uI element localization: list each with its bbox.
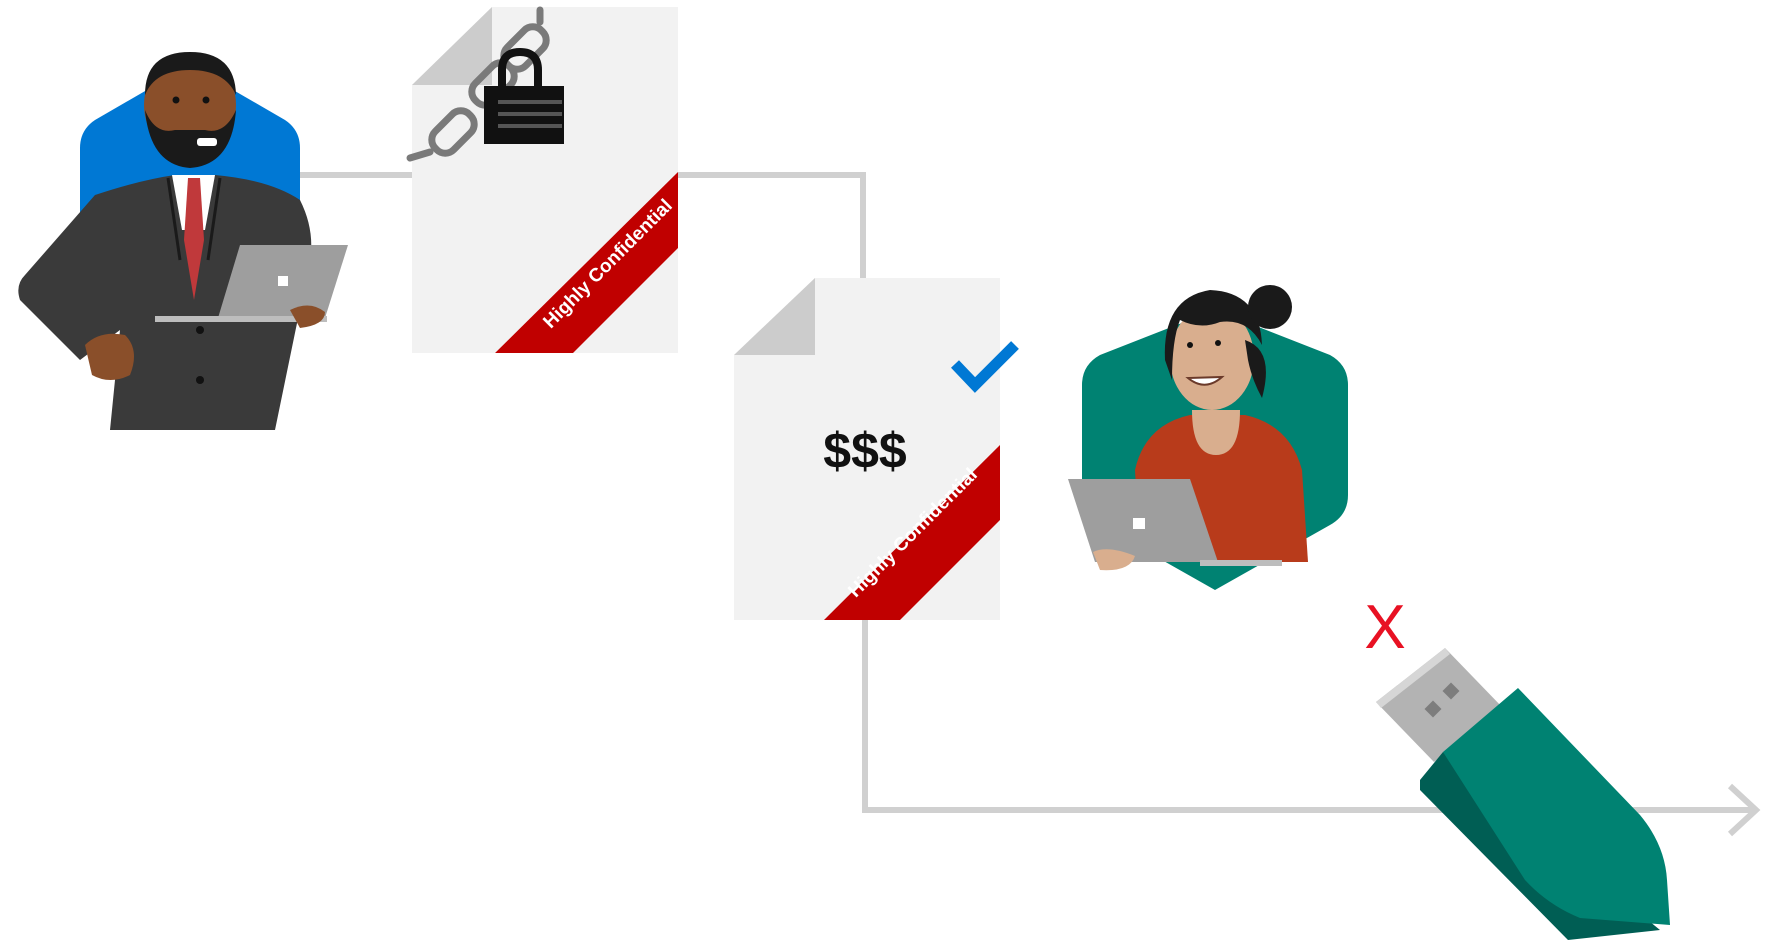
data-protection-diagram: Highly Confidential $$$ Highly Confident… <box>18 6 1761 940</box>
document-fold <box>412 7 492 85</box>
hand-left <box>85 333 134 380</box>
suit-button <box>196 326 204 334</box>
blocked-usb: X <box>1364 593 1670 940</box>
mouth <box>197 138 217 146</box>
shared-document: $$$ Highly Confidential <box>734 278 1019 620</box>
document-content-label: $$$ <box>823 423 907 479</box>
eye <box>172 96 180 104</box>
usb-drive-icon <box>1376 648 1670 940</box>
flow-line-shared-doc-to-output <box>862 620 1755 813</box>
flow-line-protected-to-shared-doc <box>672 172 866 278</box>
hair-bun <box>1248 285 1292 329</box>
document-fold <box>734 278 815 355</box>
suit-button <box>196 376 204 384</box>
sender-person <box>18 52 348 430</box>
recipient-person <box>1068 285 1348 590</box>
eye <box>202 96 210 104</box>
blocked-mark: X <box>1364 593 1405 662</box>
protected-document: Highly Confidential <box>406 6 678 353</box>
eye <box>1215 340 1221 346</box>
eye <box>1187 342 1193 348</box>
